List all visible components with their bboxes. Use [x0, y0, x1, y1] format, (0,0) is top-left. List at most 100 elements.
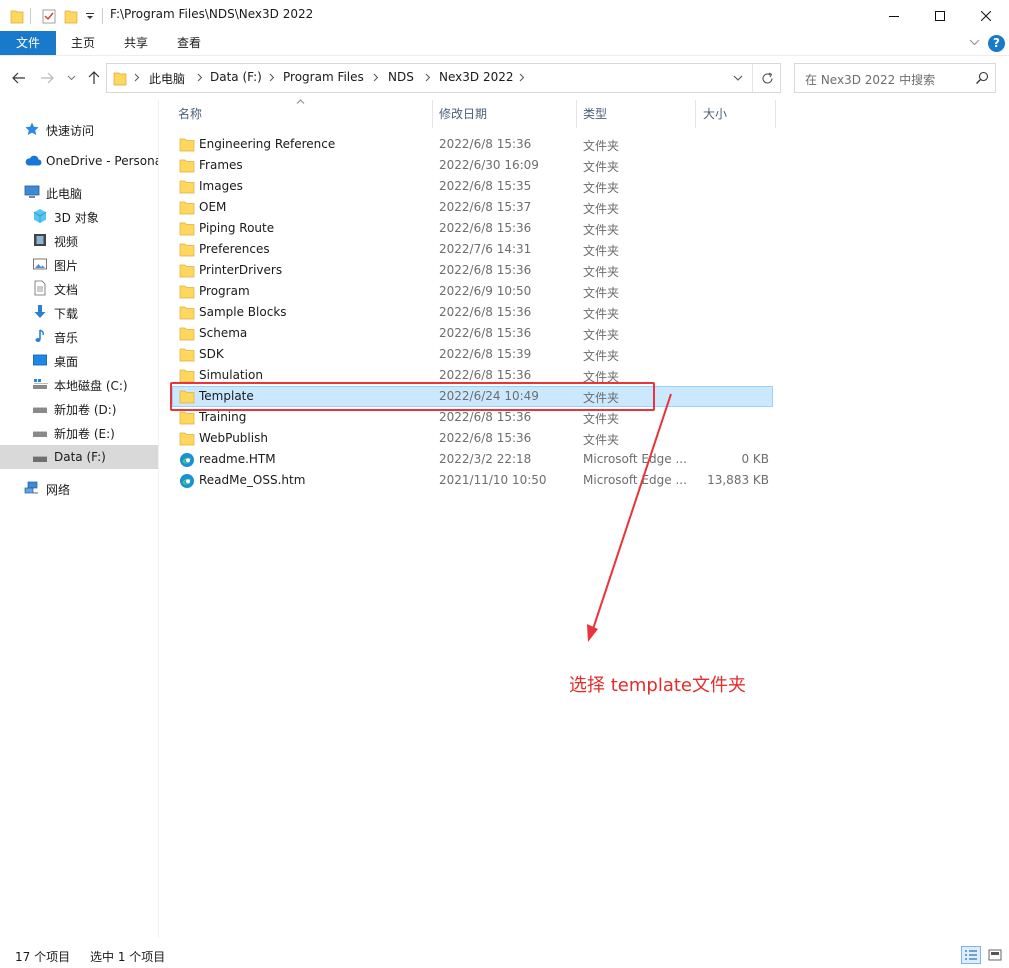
- back-arrow-icon[interactable]: [10, 70, 28, 86]
- customize-toolbar-chevron-icon[interactable]: [85, 6, 95, 26]
- sidebar-item-documents[interactable]: 文档: [0, 277, 158, 299]
- tab-home[interactable]: 主页: [58, 31, 108, 55]
- large-icons-view-button[interactable]: [985, 946, 1005, 964]
- document-icon: [32, 280, 48, 296]
- sidebar-item-videos[interactable]: 视频: [0, 229, 158, 251]
- file-row[interactable]: Program 2022/6/9 10:50 文件夹: [172, 281, 773, 302]
- folder-icon: [179, 347, 195, 362]
- sidebar-item-local-disk-c[interactable]: 本地磁盘 (C:): [0, 373, 158, 395]
- sidebar-item-data-f[interactable]: Data (F:): [0, 445, 158, 469]
- file-row[interactable]: SDK 2022/6/8 15:39 文件夹: [172, 344, 773, 365]
- close-button[interactable]: [963, 0, 1009, 31]
- file-row[interactable]: Schema 2022/6/8 15:36 文件夹: [172, 323, 773, 344]
- breadcrumb-separator-icon: [373, 73, 379, 82]
- file-row[interactable]: Engineering Reference 2022/6/8 15:36 文件夹: [172, 134, 773, 155]
- tab-share[interactable]: 共享: [110, 31, 162, 55]
- status-bar: 17 个项目 选中 1 个项目: [0, 942, 1009, 968]
- sidebar-item-volume-d[interactable]: 新加卷 (D:): [0, 397, 158, 419]
- column-header-size[interactable]: 大小: [703, 100, 727, 128]
- edge-icon: [179, 473, 195, 488]
- folder-icon: [179, 137, 195, 152]
- recent-locations-chevron-icon[interactable]: [64, 70, 78, 86]
- sort-ascending-icon: [296, 99, 305, 104]
- sidebar-item-onedrive[interactable]: OneDrive - Personal: [0, 150, 158, 172]
- maximize-button[interactable]: [917, 0, 963, 31]
- breadcrumb-separator-icon: [519, 73, 525, 82]
- new-folder-icon[interactable]: [64, 6, 78, 26]
- breadcrumb-this-pc[interactable]: 此电脑: [149, 70, 185, 87]
- sidebar-item-network[interactable]: 网络: [0, 477, 158, 499]
- up-arrow-icon[interactable]: [85, 70, 103, 86]
- folder-icon: [113, 70, 127, 86]
- annotation-text: 选择 template文件夹: [569, 675, 746, 696]
- folder-icon: [10, 6, 24, 26]
- download-icon: [32, 304, 48, 320]
- network-icon: [24, 480, 40, 496]
- folder-icon: [179, 410, 195, 425]
- folder-icon: [179, 368, 195, 383]
- breadcrumb-program-files[interactable]: Program Files: [283, 70, 364, 84]
- column-header-name[interactable]: 名称: [178, 100, 202, 128]
- drive-icon: [32, 376, 48, 392]
- column-divider[interactable]: [432, 100, 433, 128]
- sidebar-item-3d-objects[interactable]: 3D 对象: [0, 205, 158, 227]
- folder-icon: [179, 179, 195, 194]
- file-row[interactable]: Preferences 2022/7/6 14:31 文件夹: [172, 239, 773, 260]
- file-row[interactable]: readme.HTM 2022/3/2 22:18 Microsoft Edge…: [172, 449, 773, 470]
- folder-icon: [179, 326, 195, 341]
- tab-view[interactable]: 查看: [164, 31, 214, 55]
- refresh-icon[interactable]: [753, 64, 781, 92]
- sidebar-item-desktop[interactable]: 桌面: [0, 349, 158, 371]
- search-icon[interactable]: [975, 71, 989, 85]
- annotation-arrow: [587, 393, 672, 642]
- tab-file[interactable]: 文件: [0, 31, 56, 55]
- star-icon: [24, 121, 40, 137]
- search-placeholder: 在 Nex3D 2022 中搜索: [805, 73, 936, 87]
- sidebar-item-this-pc[interactable]: 此电脑: [0, 181, 158, 203]
- column-divider[interactable]: [695, 100, 696, 128]
- file-row[interactable]: ReadMe_OSS.htm 2021/11/10 10:50 Microsof…: [172, 470, 773, 491]
- music-icon: [32, 328, 48, 344]
- file-row[interactable]: WebPublish 2022/6/8 15:36 文件夹: [172, 428, 773, 449]
- large-icons-view-icon: [988, 949, 1002, 961]
- breadcrumb-separator-icon: [425, 73, 431, 82]
- separator-icon: [30, 6, 31, 26]
- folder-icon: [179, 200, 195, 215]
- breadcrumb-data-f[interactable]: Data (F:): [210, 70, 262, 84]
- drive-icon: [32, 424, 48, 440]
- forward-arrow-icon[interactable]: [38, 70, 56, 86]
- column-header-date[interactable]: 修改日期: [439, 100, 487, 128]
- sidebar-item-pictures[interactable]: 图片: [0, 253, 158, 275]
- navigation-pane: 快速访问 OneDrive - Personal 此电脑 3D 对象 视频 图片…: [0, 100, 159, 938]
- column-header-type[interactable]: 类型: [583, 100, 607, 128]
- folder-icon: [179, 221, 195, 236]
- picture-icon: [32, 256, 48, 272]
- file-row[interactable]: Images 2022/6/8 15:35 文件夹: [172, 176, 773, 197]
- file-row[interactable]: OEM 2022/6/8 15:37 文件夹: [172, 197, 773, 218]
- properties-icon[interactable]: [42, 6, 56, 26]
- minimize-button[interactable]: [871, 0, 917, 31]
- file-row[interactable]: Piping Route 2022/6/8 15:36 文件夹: [172, 218, 773, 239]
- file-row[interactable]: Sample Blocks 2022/6/8 15:36 文件夹: [172, 302, 773, 323]
- file-row[interactable]: PrinterDrivers 2022/6/8 15:36 文件夹: [172, 260, 773, 281]
- expand-ribbon-chevron-icon[interactable]: [969, 39, 980, 46]
- breadcrumb-nds[interactable]: NDS: [388, 70, 414, 84]
- column-divider[interactable]: [775, 100, 776, 128]
- address-history-chevron-icon[interactable]: [723, 64, 753, 92]
- breadcrumb-separator-icon: [197, 73, 203, 82]
- file-row[interactable]: Frames 2022/6/30 16:09 文件夹: [172, 155, 773, 176]
- details-view-button[interactable]: [961, 946, 981, 964]
- cloud-icon: [24, 153, 42, 169]
- address-bar[interactable]: 此电脑 Data (F:) Program Files NDS Nex3D 20…: [106, 63, 781, 93]
- sidebar-item-music[interactable]: 音乐: [0, 325, 158, 347]
- breadcrumb-nex3d-2022[interactable]: Nex3D 2022: [439, 70, 513, 84]
- search-input[interactable]: 在 Nex3D 2022 中搜索: [794, 63, 996, 93]
- desktop-icon: [32, 352, 48, 368]
- separator-icon: [102, 6, 103, 26]
- column-divider[interactable]: [576, 100, 577, 128]
- sidebar-item-quick-access[interactable]: 快速访问: [0, 118, 158, 140]
- cube-icon: [32, 208, 48, 224]
- sidebar-item-volume-e[interactable]: 新加卷 (E:): [0, 421, 158, 443]
- help-icon[interactable]: ?: [988, 35, 1005, 52]
- sidebar-item-downloads[interactable]: 下载: [0, 301, 158, 323]
